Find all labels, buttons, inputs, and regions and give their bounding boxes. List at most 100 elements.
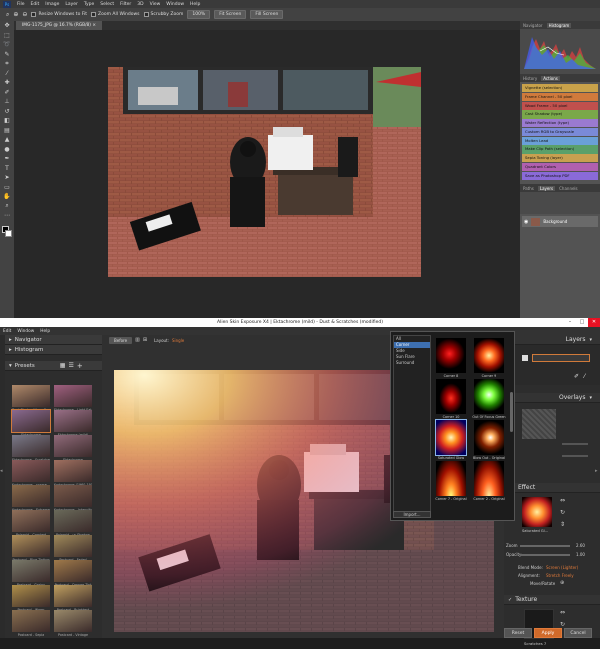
preset-thumbnail[interactable]: Ektachrome bbox=[54, 435, 92, 462]
tab-layers[interactable]: Layers bbox=[537, 185, 556, 191]
rotate-icon[interactable]: ↻ bbox=[560, 509, 565, 516]
compare-icon[interactable]: ▥ bbox=[135, 337, 140, 343]
type-tool-icon[interactable]: T bbox=[0, 164, 14, 174]
shape-tool-icon[interactable]: ▭ bbox=[0, 183, 14, 193]
texture-checkbox[interactable]: ✓ bbox=[508, 597, 512, 603]
ps-menu-3d[interactable]: 3D bbox=[137, 2, 143, 7]
preset-thumbnail[interactable]: Ektachrome - Light Eating bbox=[54, 385, 92, 412]
preset-thumbnail[interactable]: Ektachrome bbox=[11, 409, 51, 437]
preset-thumbnail[interactable]: Kodachrome (1960-1970) bbox=[54, 460, 92, 487]
ps-document-tab[interactable]: IMG-1175_JPG @ 16.7% (RGB/8) × bbox=[16, 21, 102, 30]
overlay-thumbnail[interactable]: Saturated Glow bbox=[435, 419, 467, 460]
overlays-header[interactable]: Overlays ▾ bbox=[504, 393, 600, 403]
brush-tool-icon[interactable]: ✐ bbox=[0, 88, 14, 98]
action-item[interactable]: Save as Photoshop PDF bbox=[522, 171, 598, 180]
tab-histogram[interactable]: Histogram bbox=[546, 22, 572, 28]
left-panel-collapse-icon[interactable]: ◂ bbox=[0, 468, 5, 482]
overlay-thumbnail-empty[interactable] bbox=[522, 409, 556, 439]
ps-menu-view[interactable]: View bbox=[150, 2, 161, 7]
preset-thumbnail[interactable]: Ektachrome - Scratches bbox=[12, 435, 50, 462]
fill-screen-button[interactable]: Fill Screen bbox=[250, 10, 284, 19]
tab-history[interactable]: History bbox=[523, 76, 537, 81]
resize-windows-checkbox[interactable]: Resize Windows to Fit bbox=[31, 12, 87, 17]
effect-header[interactable]: Effect bbox=[504, 483, 600, 493]
opacity-slider[interactable] bbox=[520, 554, 570, 556]
tab-navigator[interactable]: Navigator bbox=[523, 23, 543, 28]
preset-thumbnail[interactable]: Ektachrome (mild) bbox=[54, 410, 92, 437]
action-item[interactable]: Make Clip Path (selection) bbox=[522, 145, 598, 154]
preset-thumbnail[interactable]: Polaroid - ur Shadow bbox=[54, 510, 92, 537]
zoom-tool-icon[interactable]: ⌕ bbox=[0, 202, 14, 212]
flip-horizontal-icon[interactable]: ⇔ bbox=[560, 497, 565, 504]
overlay-thumbnail[interactable]: Out Of Focus Green bbox=[472, 379, 506, 419]
cancel-button[interactable]: Cancel bbox=[564, 628, 592, 638]
opacity-value[interactable]: 1.00 bbox=[576, 552, 585, 557]
fit-screen-button[interactable]: Fit Screen bbox=[214, 10, 247, 19]
ax-menu-window[interactable]: Window bbox=[17, 329, 34, 334]
stamp-tool-icon[interactable]: ⊥ bbox=[0, 97, 14, 107]
add-preset-icon[interactable]: + bbox=[77, 362, 83, 370]
preset-thumbnail[interactable]: Kodachrome - Extreme bbox=[12, 485, 50, 512]
eraser-icon[interactable]: ⁄ bbox=[584, 373, 585, 380]
eye-icon[interactable]: ◉ bbox=[524, 219, 528, 225]
layout-select[interactable]: Single bbox=[172, 338, 184, 343]
action-item[interactable]: Sepia Toning (layer) bbox=[522, 154, 598, 163]
flip-horizontal-icon[interactable]: ⇔ bbox=[560, 609, 565, 616]
zoom-in-icon[interactable]: ⊕ bbox=[13, 11, 18, 18]
gradient-tool-icon[interactable]: ▤ bbox=[0, 126, 14, 136]
grid-icon[interactable]: ⊞ bbox=[143, 337, 147, 343]
ax-menu-edit[interactable]: Edit bbox=[3, 329, 11, 334]
quick-select-tool-icon[interactable]: ✎ bbox=[0, 50, 14, 60]
overlay-thumbnail[interactable]: Corner 9 bbox=[474, 338, 504, 378]
minimize-icon[interactable]: – bbox=[564, 318, 576, 327]
move-tool-icon[interactable]: ✥ bbox=[0, 21, 14, 31]
alignment-select[interactable]: Stretch Freely bbox=[546, 573, 574, 578]
ps-menu-window[interactable]: Window bbox=[166, 2, 184, 7]
action-item[interactable]: Quadrant Colors bbox=[522, 163, 598, 172]
action-item[interactable]: Molten Lead bbox=[522, 136, 598, 145]
preset-thumbnail[interactable]: Postcard - Vintage bbox=[54, 610, 92, 637]
preset-thumbnail[interactable]: Postcard - Sepia bbox=[12, 610, 50, 637]
zoom-slider[interactable] bbox=[520, 545, 570, 547]
action-item[interactable]: Water Reflection (type) bbox=[522, 119, 598, 128]
background-color-swatch[interactable] bbox=[5, 230, 12, 237]
zoom-value[interactable]: 2.60 bbox=[576, 543, 585, 548]
preset-thumbnail[interactable]: Postcard - Brightest bbox=[54, 585, 92, 612]
action-item[interactable]: Frame Channel - 50 pixel bbox=[522, 92, 598, 101]
ps-menu-image[interactable]: Image bbox=[45, 2, 59, 7]
history-brush-tool-icon[interactable]: ↺ bbox=[0, 107, 14, 117]
hand-tool-icon[interactable]: ✋ bbox=[0, 192, 14, 202]
marquee-tool-icon[interactable]: ⬚ bbox=[0, 31, 14, 41]
move-rotate-icon[interactable]: ⊕ bbox=[560, 580, 564, 586]
layer-row-selected[interactable] bbox=[532, 354, 590, 362]
preset-thumbnail[interactable]: Postcard - Faded bbox=[54, 535, 92, 562]
action-item[interactable]: Custom RGB to Grayscale bbox=[522, 127, 598, 137]
action-item[interactable]: Vignette (selection) bbox=[522, 84, 598, 93]
grid-view-icon[interactable]: ▦ bbox=[60, 362, 66, 369]
dodge-tool-icon[interactable]: ● bbox=[0, 145, 14, 155]
ps-menu-layer[interactable]: Layer bbox=[65, 2, 78, 7]
path-select-tool-icon[interactable]: ➤ bbox=[0, 173, 14, 183]
right-panel-collapse-icon[interactable]: ▸ bbox=[595, 468, 600, 482]
reset-button[interactable]: Reset bbox=[504, 628, 532, 638]
overlay-slider[interactable] bbox=[562, 455, 588, 457]
brush-icon[interactable]: ✐ bbox=[574, 373, 579, 380]
pen-tool-icon[interactable]: ✒ bbox=[0, 154, 14, 164]
list-view-icon[interactable]: ☰ bbox=[68, 362, 73, 369]
preset-thumbnail[interactable]: Postcard - Orange Tint bbox=[54, 560, 92, 587]
zoom-all-checkbox[interactable]: Zoom All Windows bbox=[91, 12, 140, 17]
blend-select[interactable]: Screen (Lighter) bbox=[546, 565, 578, 570]
tab-actions[interactable]: Actions bbox=[541, 75, 560, 81]
layer-row[interactable]: ◉ Background bbox=[522, 216, 598, 227]
ps-menu-filter[interactable]: Filter bbox=[120, 2, 131, 7]
zoom-tool-icon[interactable]: ⌕ bbox=[6, 11, 9, 19]
ps-menu-edit[interactable]: Edit bbox=[31, 2, 40, 7]
preset-thumbnail[interactable]: Postcard - Grainy bbox=[12, 560, 50, 587]
presets-section[interactable]: ▾ Presets ▦ ☰ + bbox=[5, 361, 102, 371]
zoom-out-icon[interactable]: ⊖ bbox=[22, 11, 27, 18]
more-tools-icon[interactable]: ⋯ bbox=[0, 211, 14, 221]
overlay-thumbnail[interactable]: Corner 8 bbox=[436, 338, 466, 378]
overlay-thumbnail[interactable]: Corner 7 - Original bbox=[435, 461, 467, 501]
blur-tool-icon[interactable]: ▲ bbox=[0, 135, 14, 145]
ps-menu-help[interactable]: Help bbox=[190, 2, 200, 7]
